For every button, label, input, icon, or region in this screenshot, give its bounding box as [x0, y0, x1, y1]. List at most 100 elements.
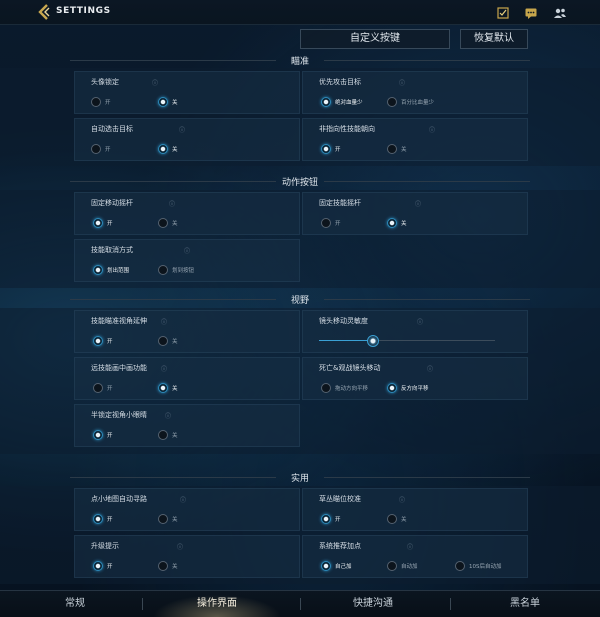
option-label: 开	[335, 517, 341, 523]
setting-label: 半锁定视角小眼睛	[91, 411, 147, 419]
radio-icon	[158, 430, 168, 440]
page-title: SETTINGS	[56, 6, 111, 16]
setting-card-priority-target: 优先攻击目标 ⓘ 绝对血量少 百分比血量少	[302, 71, 528, 114]
radio-selected-icon	[93, 561, 103, 571]
setting-label: 升级提示	[91, 542, 119, 550]
radio-icon	[387, 144, 397, 154]
setting-label: 技能取消方式	[91, 246, 133, 254]
setting-label: 优先攻击目标	[319, 78, 361, 86]
tab-general[interactable]: 常规	[0, 591, 150, 617]
setting-card-level-up-hint: 升级提示 ⓘ 开 关	[74, 535, 300, 578]
radio-icon	[387, 97, 397, 107]
setting-card-auto-target: 自动选击目标 ⓘ 开 关	[74, 118, 300, 161]
info-icon[interactable]: ⓘ	[180, 495, 186, 504]
info-icon[interactable]: ⓘ	[399, 78, 405, 87]
info-icon[interactable]: ⓘ	[399, 495, 405, 504]
setting-card-remote-pip: 远技能画中画功能 ⓘ 开 关	[74, 357, 300, 400]
option-label: 开	[107, 386, 113, 392]
radio-selected-icon	[321, 514, 331, 524]
section-header-aim: 瞄准	[0, 53, 600, 67]
camera-sensitivity-slider[interactable]	[319, 335, 495, 347]
option-label: 自动加	[401, 564, 418, 570]
info-icon[interactable]: ⓘ	[161, 364, 167, 373]
radio-selected-icon	[93, 430, 103, 440]
radio-icon	[158, 336, 168, 346]
option-label: 关	[172, 221, 178, 227]
divider	[324, 299, 530, 300]
radio-icon	[387, 561, 397, 571]
option-label: 开	[107, 433, 113, 439]
info-icon[interactable]: ⓘ	[184, 246, 190, 255]
setting-label: 点小地图自动寻路	[91, 495, 147, 503]
tab-blacklist[interactable]: 黑名单	[450, 591, 600, 617]
setting-label: 头像锁定	[91, 78, 119, 86]
setting-label: 远技能画中画功能	[91, 364, 147, 372]
option-label: 拖动方向平移	[335, 386, 369, 392]
setting-card-fixed-move-joystick: 固定移动摇杆 ⓘ 开 关	[74, 192, 300, 235]
setting-card-death-spectate-camera: 死亡&观战镜头移动 ⓘ 拖动方向平移 反方向平移	[302, 357, 528, 400]
radio-icon	[158, 514, 168, 524]
info-icon[interactable]: ⓘ	[427, 364, 433, 373]
info-icon[interactable]: ⓘ	[417, 317, 423, 326]
option-label: 开	[107, 339, 113, 345]
info-icon[interactable]: ⓘ	[429, 125, 435, 134]
setting-card-skill-direction: 非指向性技能朝向 ⓘ 开 关	[302, 118, 528, 161]
radio-selected-icon	[93, 514, 103, 524]
option-label: 关	[172, 386, 178, 392]
radio-icon	[91, 97, 101, 107]
radio-selected-icon	[158, 383, 168, 393]
setting-card-minimap-pathfind: 点小地图自动寻路 ⓘ 开 关	[74, 488, 300, 531]
option-label: 关	[172, 564, 178, 570]
option-label: 开	[107, 221, 113, 227]
reset-default-button[interactable]: 恢复默认	[460, 29, 528, 49]
radio-icon	[91, 144, 101, 154]
info-icon[interactable]: ⓘ	[169, 199, 175, 208]
option-label: 开	[335, 221, 341, 227]
radio-selected-icon	[321, 561, 331, 571]
mission-icon[interactable]	[496, 5, 510, 19]
info-icon[interactable]: ⓘ	[415, 199, 421, 208]
radio-icon	[387, 514, 397, 524]
back-arrow-icon[interactable]	[36, 4, 52, 20]
radio-selected-icon	[158, 97, 168, 107]
tab-controls[interactable]: 操作界面	[142, 591, 292, 617]
option-label: 划出范围	[107, 268, 130, 274]
section-header-view: 视野	[0, 292, 600, 306]
setting-label: 非指向性技能朝向	[319, 125, 375, 133]
setting-card-half-lock-eye: 半锁定视角小眼睛 ⓘ 开 关	[74, 404, 300, 447]
info-icon[interactable]: ⓘ	[165, 411, 171, 420]
option-label: 反方向平移	[401, 386, 429, 392]
option-label: 关	[172, 517, 178, 523]
setting-card-bush-aim-calibration: 草丛瞄位校准 ⓘ 开 关	[302, 488, 528, 531]
setting-card-camera-sensitivity: 镜头移动灵敏度 ⓘ	[302, 310, 528, 353]
radio-selected-icon	[387, 218, 397, 228]
setting-card-recommended-skill-points: 系统推荐加点 ⓘ 自己加 自动加 10S后自动加	[302, 535, 528, 578]
option-label: 关	[172, 100, 178, 106]
option-label: 关	[172, 433, 178, 439]
option-label: 关	[401, 517, 407, 523]
option-label: 自己加	[335, 564, 352, 570]
option-label: 关	[172, 339, 178, 345]
setting-label: 死亡&观战镜头移动	[319, 364, 381, 372]
radio-selected-icon	[93, 336, 103, 346]
info-icon[interactable]: ⓘ	[407, 542, 413, 551]
friends-icon[interactable]	[553, 5, 567, 19]
info-icon[interactable]: ⓘ	[177, 542, 183, 551]
setting-label: 镜头移动灵敏度	[319, 317, 368, 325]
radio-selected-icon	[321, 97, 331, 107]
tab-quick-chat[interactable]: 快捷沟通	[298, 591, 448, 617]
radio-icon	[321, 383, 331, 393]
option-label: 开	[105, 147, 111, 153]
setting-label: 系统推荐加点	[319, 542, 361, 550]
slider-fill	[319, 340, 372, 341]
setting-label: 固定技能摇杆	[319, 199, 361, 207]
setting-label: 草丛瞄位校准	[319, 495, 361, 503]
info-icon[interactable]: ⓘ	[161, 317, 167, 326]
radio-selected-icon	[387, 383, 397, 393]
info-icon[interactable]: ⓘ	[152, 78, 158, 87]
slider-handle[interactable]	[366, 335, 379, 347]
info-icon[interactable]: ⓘ	[179, 125, 185, 134]
radio-icon	[158, 561, 168, 571]
custom-keys-button[interactable]: 自定义按键	[300, 29, 450, 49]
chat-icon[interactable]	[524, 5, 538, 19]
